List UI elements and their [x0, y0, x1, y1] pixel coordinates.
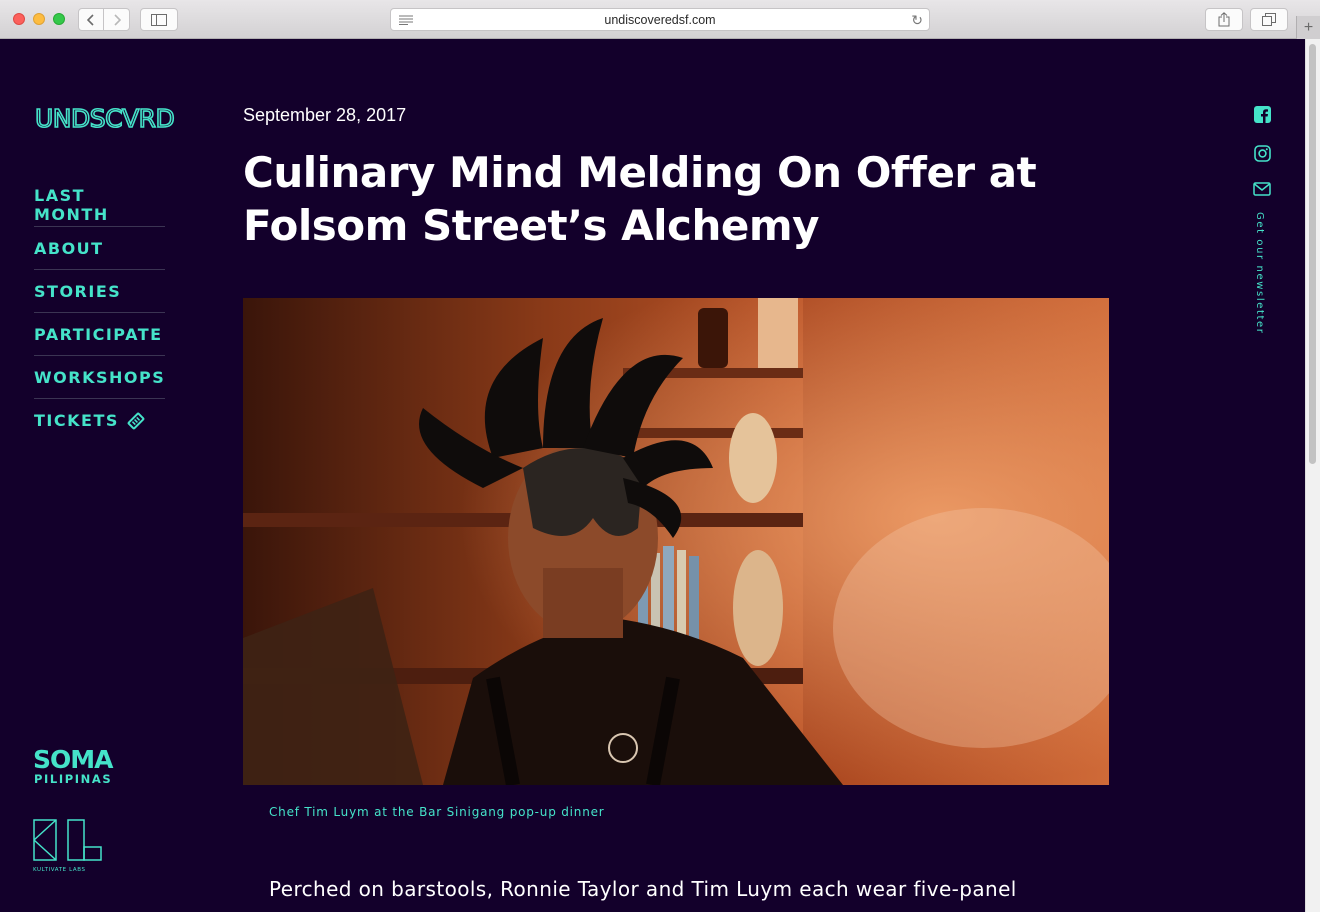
nav-last-month[interactable]: LAST MONTH	[34, 184, 165, 227]
mail-icon[interactable]	[1252, 179, 1272, 199]
share-icon	[1218, 12, 1230, 27]
close-window-button[interactable]	[13, 13, 25, 25]
show-tabs-button[interactable]	[1250, 8, 1288, 31]
newsletter-link[interactable]: Get our newsletter	[1254, 212, 1265, 334]
address-bar[interactable]: undiscoveredsf.com ↻	[390, 8, 930, 31]
nav-workshops[interactable]: WORKSHOPS	[34, 356, 165, 399]
back-button[interactable]	[78, 8, 104, 31]
facebook-icon[interactable]	[1252, 104, 1272, 124]
scrollbar-thumb[interactable]	[1309, 44, 1316, 464]
url-text: undiscoveredsf.com	[604, 12, 716, 27]
svg-text:SOMA: SOMA	[33, 745, 114, 774]
reload-icon[interactable]: ↻	[911, 12, 923, 29]
hero-photo	[243, 298, 1109, 785]
chevron-left-icon	[87, 13, 94, 26]
nav-tickets[interactable]: TICKETS	[34, 399, 165, 442]
instagram-icon[interactable]	[1252, 143, 1272, 163]
article-date: September 28, 2017	[243, 105, 407, 125]
plus-icon: +	[1303, 18, 1314, 36]
kultivate-labs-logo[interactable]: KULTIVATE LABS	[33, 819, 105, 875]
article-title: Culinary Mind Melding On Offer at Folsom…	[243, 148, 1037, 250]
nav-participate[interactable]: PARTICIPATE	[34, 313, 165, 356]
new-tab-button[interactable]: +	[1296, 16, 1320, 39]
svg-text:KULTIVATE LABS: KULTIVATE LABS	[33, 867, 86, 873]
nav-stories[interactable]: STORIES	[34, 270, 165, 313]
ticket-icon	[127, 412, 145, 430]
web-page: UNDSCVRD LAST MONTH ABOUT STORIES PARTIC…	[0, 39, 1305, 912]
undscvrd-logo[interactable]: UNDSCVRD	[35, 103, 175, 133]
soma-pilipinas-logo[interactable]: SOMA PILIPINAS	[33, 744, 123, 786]
minimize-window-button[interactable]	[33, 13, 45, 25]
main-nav: LAST MONTH ABOUT STORIES PARTICIPATE WOR…	[34, 184, 165, 442]
history-nav	[78, 8, 131, 31]
chevron-right-icon	[113, 13, 121, 26]
tabs-icon	[1262, 13, 1276, 26]
svg-text:UNDSCVRD: UNDSCVRD	[35, 104, 174, 133]
svg-text:PILIPINAS: PILIPINAS	[34, 772, 112, 786]
zoom-window-button[interactable]	[53, 13, 65, 25]
image-caption: Chef Tim Luym at the Bar Sinigang pop-up…	[269, 805, 605, 819]
article-body: Perched on barstools, Ronnie Taylor and …	[269, 877, 1017, 901]
sidebar-icon	[151, 13, 167, 26]
reader-icon[interactable]	[399, 15, 413, 25]
share-button[interactable]	[1205, 8, 1243, 31]
sidebar-toggle-button[interactable]	[140, 8, 178, 31]
forward-button[interactable]	[104, 8, 130, 31]
nav-about[interactable]: ABOUT	[34, 227, 165, 270]
browser-toolbar: undiscoveredsf.com ↻ +	[0, 0, 1320, 39]
